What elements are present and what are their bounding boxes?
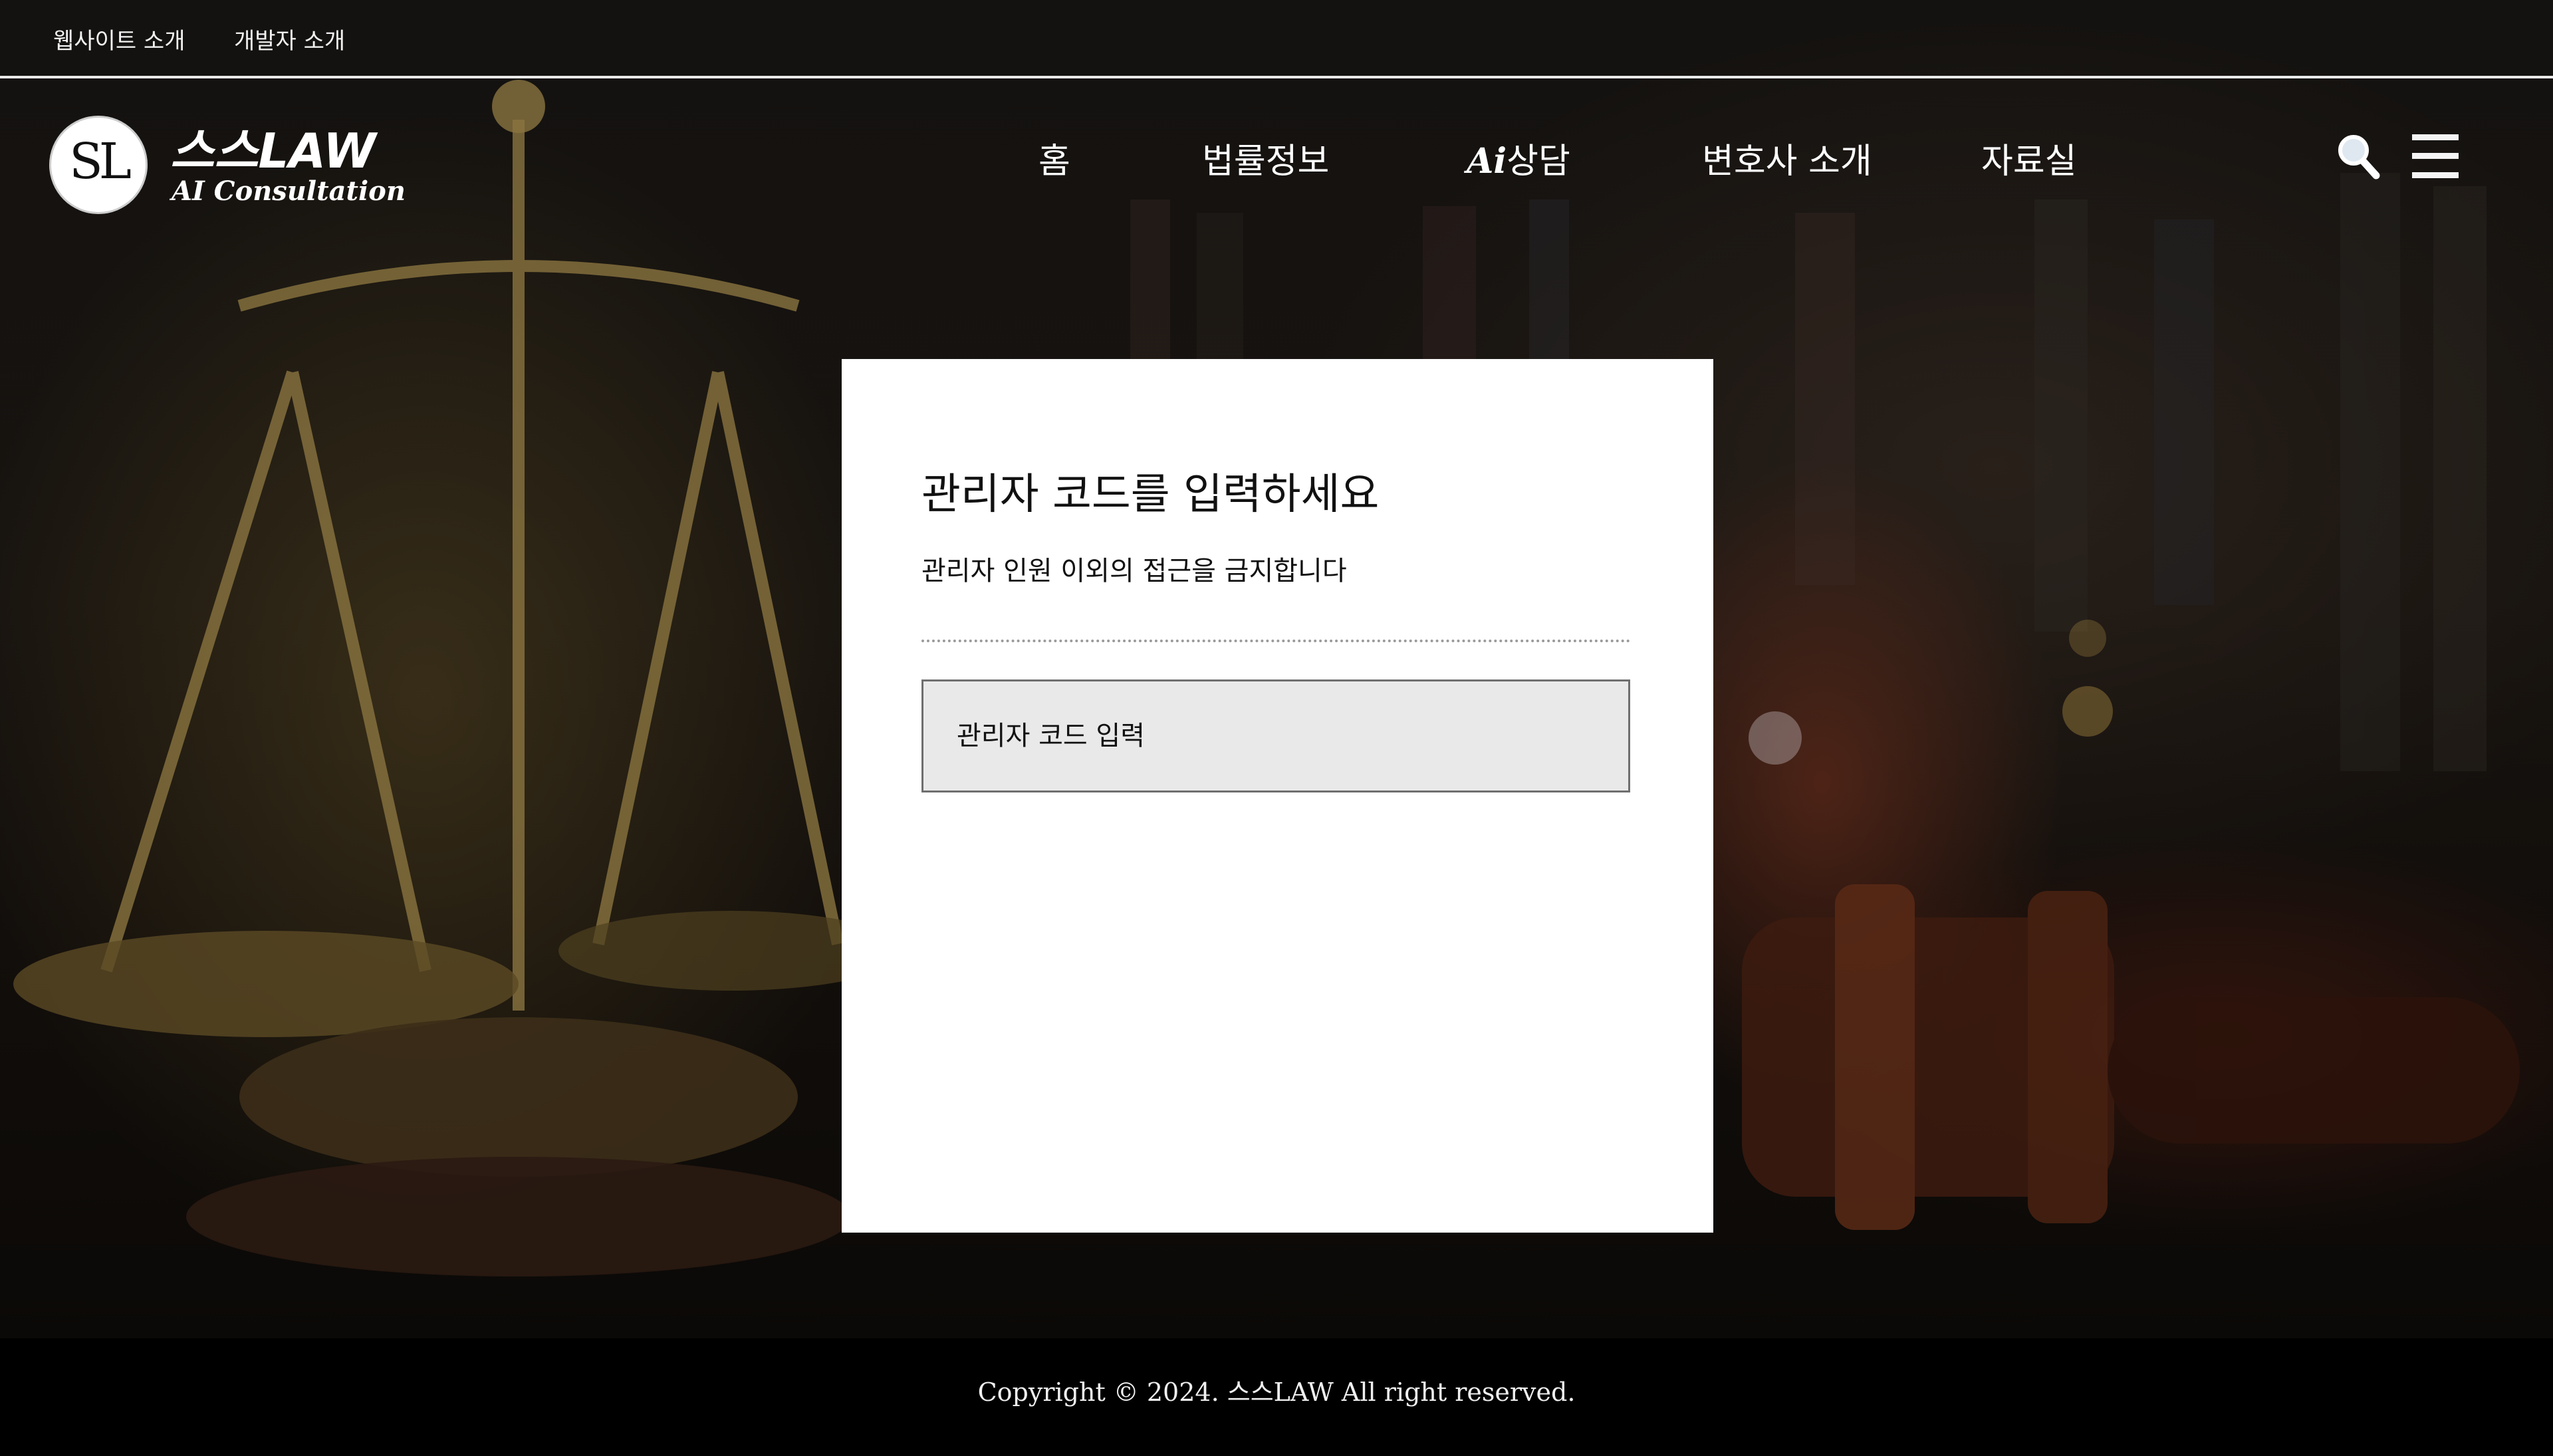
nav-ai-mark: Ai bbox=[1467, 141, 1507, 182]
developer-intro-link[interactable]: 개발자 소개 bbox=[234, 23, 345, 55]
menu-icon-bar bbox=[2412, 153, 2459, 159]
logo-subtitle: AI Consultation bbox=[172, 176, 406, 207]
menu-icon[interactable] bbox=[2412, 134, 2459, 178]
logo-emblem[interactable]: SL bbox=[49, 116, 148, 214]
top-utility-bar: 웹사이트 소개 개발자 소개 bbox=[0, 0, 2553, 78]
nav-ai-label: 상담 bbox=[1507, 142, 1570, 182]
panel-title: 관리자 코드를 입력하세요 bbox=[921, 470, 1380, 519]
admin-code-panel: 관리자 코드를 입력하세요 관리자 인원 이외의 접근을 금지합니다 bbox=[842, 359, 1713, 1233]
admin-code-input[interactable] bbox=[921, 679, 1630, 792]
nav-legal-info[interactable]: 법률정보 bbox=[1202, 133, 1329, 183]
panel-description: 관리자 인원 이외의 접근을 금지합니다 bbox=[921, 556, 1347, 586]
search-icon[interactable] bbox=[2336, 133, 2380, 180]
nav-home[interactable]: 홈 bbox=[1038, 133, 1070, 183]
copyright-text: Copyright © 2024. 스스LAW All right reserv… bbox=[977, 1378, 1576, 1407]
logo-monogram: SL bbox=[69, 133, 132, 190]
menu-icon-bar bbox=[2412, 172, 2459, 178]
footer: Copyright © 2024. 스스LAW All right reserv… bbox=[0, 1338, 2553, 1445]
logo-title[interactable]: 스스LAW bbox=[170, 112, 376, 182]
menu-icon-bar bbox=[2412, 134, 2459, 140]
website-intro-link[interactable]: 웹사이트 소개 bbox=[53, 23, 185, 55]
nav-archive[interactable]: 자료실 bbox=[1981, 133, 2077, 183]
dotted-divider bbox=[921, 640, 1630, 642]
nav-lawyer-intro[interactable]: 변호사 소개 bbox=[1702, 133, 1872, 183]
nav-ai-consultation[interactable]: Ai상담 bbox=[1467, 133, 1570, 183]
